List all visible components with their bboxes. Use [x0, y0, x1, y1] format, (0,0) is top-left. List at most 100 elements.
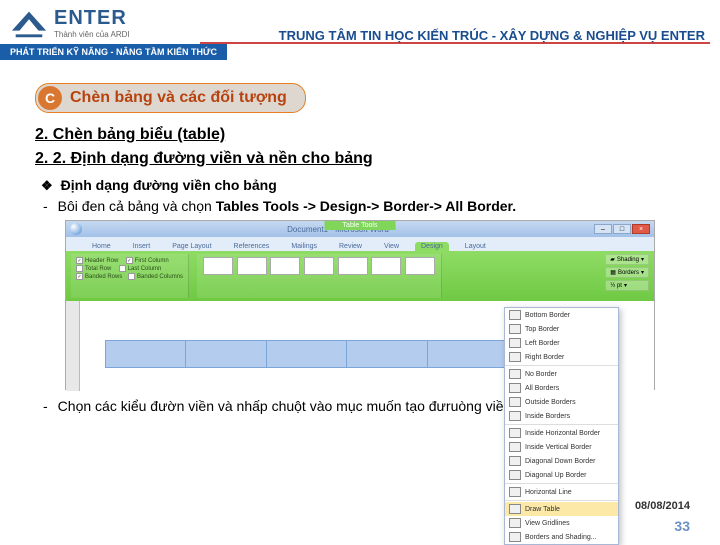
- table-styles-group: [197, 254, 442, 298]
- word-screenshot: Document1 - Microsoft Word Table Tools –…: [65, 220, 655, 390]
- menu-bottom-border[interactable]: Bottom Border: [505, 308, 618, 322]
- sample-table[interactable]: [105, 340, 509, 368]
- checkbox-icon[interactable]: [119, 265, 126, 272]
- checkbox-icon[interactable]: [128, 273, 135, 280]
- logo-sub-text: Thành viên của ARDI: [54, 30, 130, 39]
- border-top-icon: [509, 324, 521, 334]
- border-all-icon: [509, 383, 521, 393]
- border-iv-icon: [509, 442, 521, 452]
- content-area: C Chèn bảng và các đối tượng 2. Chèn bản…: [0, 58, 720, 414]
- menu-borders-shading[interactable]: Borders and Shading...: [505, 530, 618, 544]
- menu-inside-h[interactable]: Inside Horizontal Border: [505, 426, 618, 440]
- check-banded-cols[interactable]: Banded Columns: [137, 274, 183, 280]
- tab-home[interactable]: Home: [86, 242, 117, 251]
- pencil-icon: [509, 504, 521, 514]
- menu-no-border[interactable]: No Border: [505, 367, 618, 381]
- check-total-row[interactable]: Total Row: [85, 266, 111, 272]
- border-inside-icon: [509, 411, 521, 421]
- menu-view-gridlines[interactable]: View Gridlines: [505, 516, 618, 530]
- heading-2: 2. 2. Định dạng đường viền và nền cho bả…: [35, 147, 685, 171]
- menu-diag-down[interactable]: Diagonal Down Border: [505, 454, 618, 468]
- checkbox-icon[interactable]: ✓: [76, 257, 83, 264]
- check-header-row[interactable]: Header Row: [85, 258, 118, 264]
- heading-1: 2. Chèn bảng biểu (table): [35, 123, 685, 147]
- grid-icon: [509, 518, 521, 528]
- tab-review[interactable]: Review: [333, 242, 368, 251]
- hline-icon: [509, 487, 521, 497]
- menu-all-borders[interactable]: All Borders: [505, 381, 618, 395]
- tab-references[interactable]: References: [228, 242, 276, 251]
- tab-pagelayout[interactable]: Page Layout: [166, 242, 217, 251]
- pen-weight[interactable]: ½ pt ▾: [605, 280, 649, 291]
- shading-button[interactable]: ▰Shading ▾: [605, 254, 649, 265]
- table-style-swatch[interactable]: [304, 257, 334, 275]
- section-letter: C: [38, 86, 62, 110]
- logo-main-text: ENTER: [54, 7, 130, 30]
- ribbon-tabs: Home Insert Page Layout References Maili…: [66, 237, 654, 251]
- word-page: [100, 305, 514, 387]
- table-style-swatch[interactable]: [203, 257, 233, 275]
- word-titlebar: Document1 - Microsoft Word Table Tools –…: [66, 221, 654, 237]
- tab-design[interactable]: Design: [415, 242, 449, 251]
- table-style-swatch[interactable]: [338, 257, 368, 275]
- tab-mailings[interactable]: Mailings: [285, 242, 323, 251]
- dash-1-pre: Bôi đen cả bảng và chọn: [58, 198, 216, 214]
- dash-1-text: Bôi đen cả bảng và chọn Tables Tools -> …: [58, 198, 516, 214]
- check-last-col[interactable]: Last Column: [128, 266, 162, 272]
- menu-left-border[interactable]: Left Border: [505, 336, 618, 350]
- office-button-icon[interactable]: [70, 223, 82, 235]
- table-style-swatch[interactable]: [405, 257, 435, 275]
- menu-diag-up[interactable]: Diagonal Up Border: [505, 468, 618, 482]
- checkbox-icon[interactable]: ✓: [126, 257, 133, 264]
- menu-inside-borders[interactable]: Inside Borders: [505, 409, 618, 423]
- footer-date: 08/08/2014: [635, 500, 690, 512]
- border-du-icon: [509, 470, 521, 480]
- minimize-button[interactable]: –: [594, 224, 612, 234]
- word-document-area: Bottom Border Top Border Left Border Rig…: [66, 301, 654, 391]
- dash-1-bold: Tables Tools -> Design-> Border-> All Bo…: [216, 198, 516, 214]
- menu-right-border[interactable]: Right Border: [505, 350, 618, 364]
- border-outside-icon: [509, 397, 521, 407]
- vertical-ruler: [66, 301, 80, 391]
- border-none-icon: [509, 369, 521, 379]
- menu-inside-v[interactable]: Inside Vertical Border: [505, 440, 618, 454]
- table-style-swatch[interactable]: [237, 257, 267, 275]
- slide-header: ENTER Thành viên của ARDI TRUNG TÂM TIN …: [0, 0, 720, 58]
- check-banded-rows[interactable]: Banded Rows: [85, 274, 122, 280]
- bucket-icon: ▰: [610, 256, 615, 263]
- menu-draw-table[interactable]: Draw Table: [505, 502, 618, 516]
- menu-top-border[interactable]: Top Border: [505, 322, 618, 336]
- banner-title: TRUNG TÂM TIN HỌC KIẾN TRÚC - XÂY DỰNG &…: [279, 28, 705, 43]
- bullet-1-text: Định dạng đường viền cho bảng: [61, 177, 277, 193]
- dialog-icon: [509, 532, 521, 542]
- ribbon-right-group: ▰Shading ▾ ▦Borders ▾ ½ pt ▾: [605, 254, 649, 298]
- table-style-swatch[interactable]: [371, 257, 401, 275]
- table-style-swatch[interactable]: [270, 257, 300, 275]
- border-right-icon: [509, 352, 521, 362]
- checkbox-icon[interactable]: ✓: [76, 273, 83, 280]
- dash-mark: -: [43, 398, 48, 414]
- ribbon: ✓Header Row ✓First Column Total Row Last…: [66, 251, 654, 301]
- border-ih-icon: [509, 428, 521, 438]
- menu-horiz-line[interactable]: Horizontal Line: [505, 485, 618, 499]
- checkbox-icon[interactable]: [76, 265, 83, 272]
- border-dropdown-menu: Bottom Border Top Border Left Border Rig…: [504, 307, 619, 545]
- border-icon: ▦: [610, 269, 616, 276]
- maximize-button[interactable]: □: [613, 224, 631, 234]
- border-bottom-icon: [509, 310, 521, 320]
- borders-button[interactable]: ▦Borders ▾: [605, 267, 649, 278]
- tagline-strip: PHÁT TRIỂN KỸ NĂNG - NÂNG TẦM KIẾN THỨC: [0, 44, 227, 60]
- dash-1: - Bôi đen cả bảng và chọn Tables Tools -…: [35, 198, 685, 214]
- tab-view[interactable]: View: [378, 242, 405, 251]
- table-tools-label: Table Tools: [325, 221, 396, 230]
- border-dd-icon: [509, 456, 521, 466]
- tab-insert[interactable]: Insert: [127, 242, 157, 251]
- page-number: 33: [674, 518, 690, 534]
- border-left-icon: [509, 338, 521, 348]
- close-button[interactable]: ×: [632, 224, 650, 234]
- menu-outside-borders[interactable]: Outside Borders: [505, 395, 618, 409]
- check-first-col[interactable]: First Column: [135, 258, 169, 264]
- dash-mark: -: [43, 198, 48, 214]
- logo-area: ENTER Thành viên của ARDI: [10, 4, 130, 42]
- tab-layout[interactable]: Layout: [459, 242, 492, 251]
